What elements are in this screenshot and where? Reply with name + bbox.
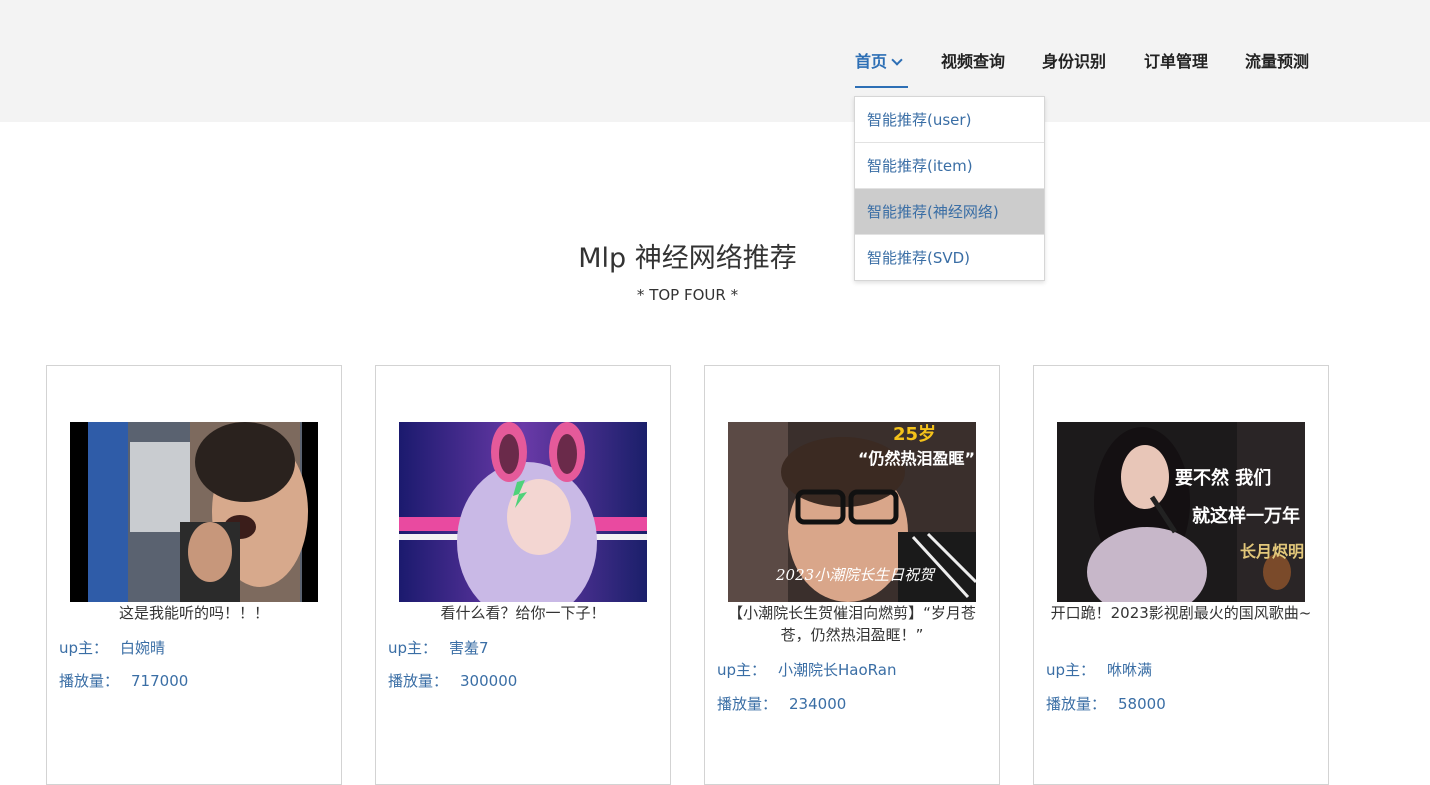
top-header: 首页 视频查询 身份识别 订单管理 流量预测 bbox=[0, 0, 1430, 122]
video-title[interactable]: 开口跪！2023影视剧最火的国风歌曲~ bbox=[1044, 602, 1318, 624]
views-count: 717000 bbox=[131, 672, 189, 690]
main-nav: 首页 视频查询 身份识别 订单管理 流量预测 bbox=[0, 0, 1430, 122]
thumb-caption-line1: 要不然 我们 bbox=[1175, 467, 1271, 489]
uploader-row: up主： 小潮院长HaoRan bbox=[717, 659, 896, 680]
video-thumbnail[interactable] bbox=[399, 422, 647, 602]
thumb-caption-logo: 长月烬明 bbox=[1240, 542, 1304, 561]
nav-item-home[interactable]: 首页 bbox=[855, 48, 903, 72]
uploader-name[interactable]: 害羞7 bbox=[449, 639, 489, 657]
chevron-down-icon bbox=[891, 54, 903, 66]
uploader-label: up主： bbox=[1046, 661, 1096, 679]
video-thumbnail[interactable]: 25岁 “仍然热泪盈眶” 2023小潮院长生日祝贺 bbox=[728, 422, 976, 602]
thumb-caption-bottom: 2023小潮院长生日祝贺 bbox=[775, 566, 936, 584]
views-row: 播放量： 300000 bbox=[388, 670, 517, 691]
uploader-label: up主： bbox=[388, 639, 438, 657]
nav-item-video-search[interactable]: 视频查询 bbox=[941, 48, 1005, 72]
page-subtitle: * TOP FOUR * bbox=[636, 286, 739, 304]
uploader-name[interactable]: 小潮院长HaoRan bbox=[778, 661, 896, 679]
views-count: 58000 bbox=[1118, 695, 1166, 713]
views-row: 播放量： 717000 bbox=[59, 670, 188, 691]
thumb-caption-top: 25岁 bbox=[893, 423, 936, 445]
views-label: 播放量： bbox=[1046, 695, 1107, 713]
views-label: 播放量： bbox=[59, 672, 120, 690]
nav-item-orders[interactable]: 订单管理 bbox=[1144, 48, 1208, 72]
video-card[interactable]: 要不然 我们 就这样一万年 长月烬明 开口跪！2023影视剧最火的国风歌曲~ u… bbox=[1033, 365, 1329, 785]
video-card[interactable]: 25岁 “仍然热泪盈眶” 2023小潮院长生日祝贺 【小潮院长生贺催泪向燃剪】“… bbox=[704, 365, 1000, 785]
uploader-name[interactable]: 咻咻满 bbox=[1107, 661, 1152, 679]
thumb-caption-line2: 就这样一万年 bbox=[1192, 505, 1300, 527]
views-count: 234000 bbox=[789, 695, 847, 713]
views-count: 300000 bbox=[460, 672, 518, 690]
uploader-row: up主： 咻咻满 bbox=[1046, 659, 1152, 680]
dropdown-item-item[interactable]: 智能推荐(item) bbox=[855, 143, 1044, 189]
uploader-label: up主： bbox=[59, 639, 109, 657]
thumb-caption-quote: “仍然热泪盈眶” bbox=[858, 449, 975, 468]
home-dropdown-menu: 智能推荐(user) 智能推荐(item) 智能推荐(神经网络) 智能推荐(SV… bbox=[854, 96, 1045, 281]
views-row: 播放量： 58000 bbox=[1046, 693, 1166, 714]
video-thumbnail[interactable] bbox=[70, 422, 318, 602]
video-title[interactable]: 【小潮院长生贺催泪向燃剪】“岁月苍苍，仍然热泪盈眶！” bbox=[715, 602, 989, 646]
dropdown-item-svd[interactable]: 智能推荐(SVD) bbox=[855, 235, 1044, 281]
nav-item-label: 首页 bbox=[855, 52, 888, 71]
video-card[interactable]: 看什么看？给你一下子！ up主： 害羞7 播放量： 300000 bbox=[375, 365, 671, 785]
uploader-row: up主： 害羞7 bbox=[388, 637, 489, 658]
nav-item-identity[interactable]: 身份识别 bbox=[1042, 48, 1106, 72]
dropdown-item-user[interactable]: 智能推荐(user) bbox=[855, 97, 1044, 143]
active-nav-underline bbox=[855, 86, 908, 88]
page-title: Mlp 神经网络推荐 bbox=[578, 243, 797, 274]
video-thumbnail[interactable]: 要不然 我们 就这样一万年 长月烬明 bbox=[1057, 422, 1305, 602]
uploader-label: up主： bbox=[717, 661, 767, 679]
nav-item-traffic-forecast[interactable]: 流量预测 bbox=[1245, 48, 1309, 72]
uploader-name[interactable]: 白婉晴 bbox=[120, 639, 165, 657]
views-row: 播放量： 234000 bbox=[717, 693, 846, 714]
views-label: 播放量： bbox=[388, 672, 449, 690]
dropdown-item-neural[interactable]: 智能推荐(神经网络) bbox=[855, 189, 1044, 235]
views-label: 播放量： bbox=[717, 695, 778, 713]
uploader-row: up主： 白婉晴 bbox=[59, 637, 165, 658]
video-title[interactable]: 看什么看？给你一下子！ bbox=[386, 602, 660, 624]
video-card[interactable]: 这是我能听的吗！！！ up主： 白婉晴 播放量： 717000 bbox=[46, 365, 342, 785]
video-title[interactable]: 这是我能听的吗！！！ bbox=[57, 602, 331, 624]
